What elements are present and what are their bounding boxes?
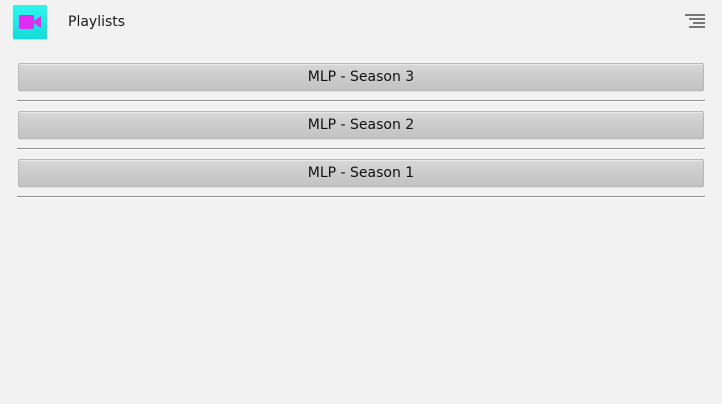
list-divider <box>17 148 705 149</box>
list-divider <box>17 196 705 197</box>
playlist-item: MLP - Season 3 <box>17 62 705 110</box>
playlist-button-season-3[interactable]: MLP - Season 3 <box>18 63 704 91</box>
action-bar: Playlists <box>0 0 722 45</box>
video-camera-icon[interactable] <box>13 5 47 39</box>
page-title: Playlists <box>68 14 126 30</box>
playlist-item: MLP - Season 2 <box>17 110 705 158</box>
list-divider <box>17 100 705 101</box>
playlist-item: MLP - Season 1 <box>17 158 705 206</box>
playlist-button-season-1[interactable]: MLP - Season 1 <box>18 159 704 187</box>
playlist-list: MLP - Season 3 MLP - Season 2 MLP - Seas… <box>17 62 705 206</box>
playlist-button-season-2[interactable]: MLP - Season 2 <box>18 111 704 139</box>
overflow-menu-icon[interactable] <box>683 13 707 31</box>
